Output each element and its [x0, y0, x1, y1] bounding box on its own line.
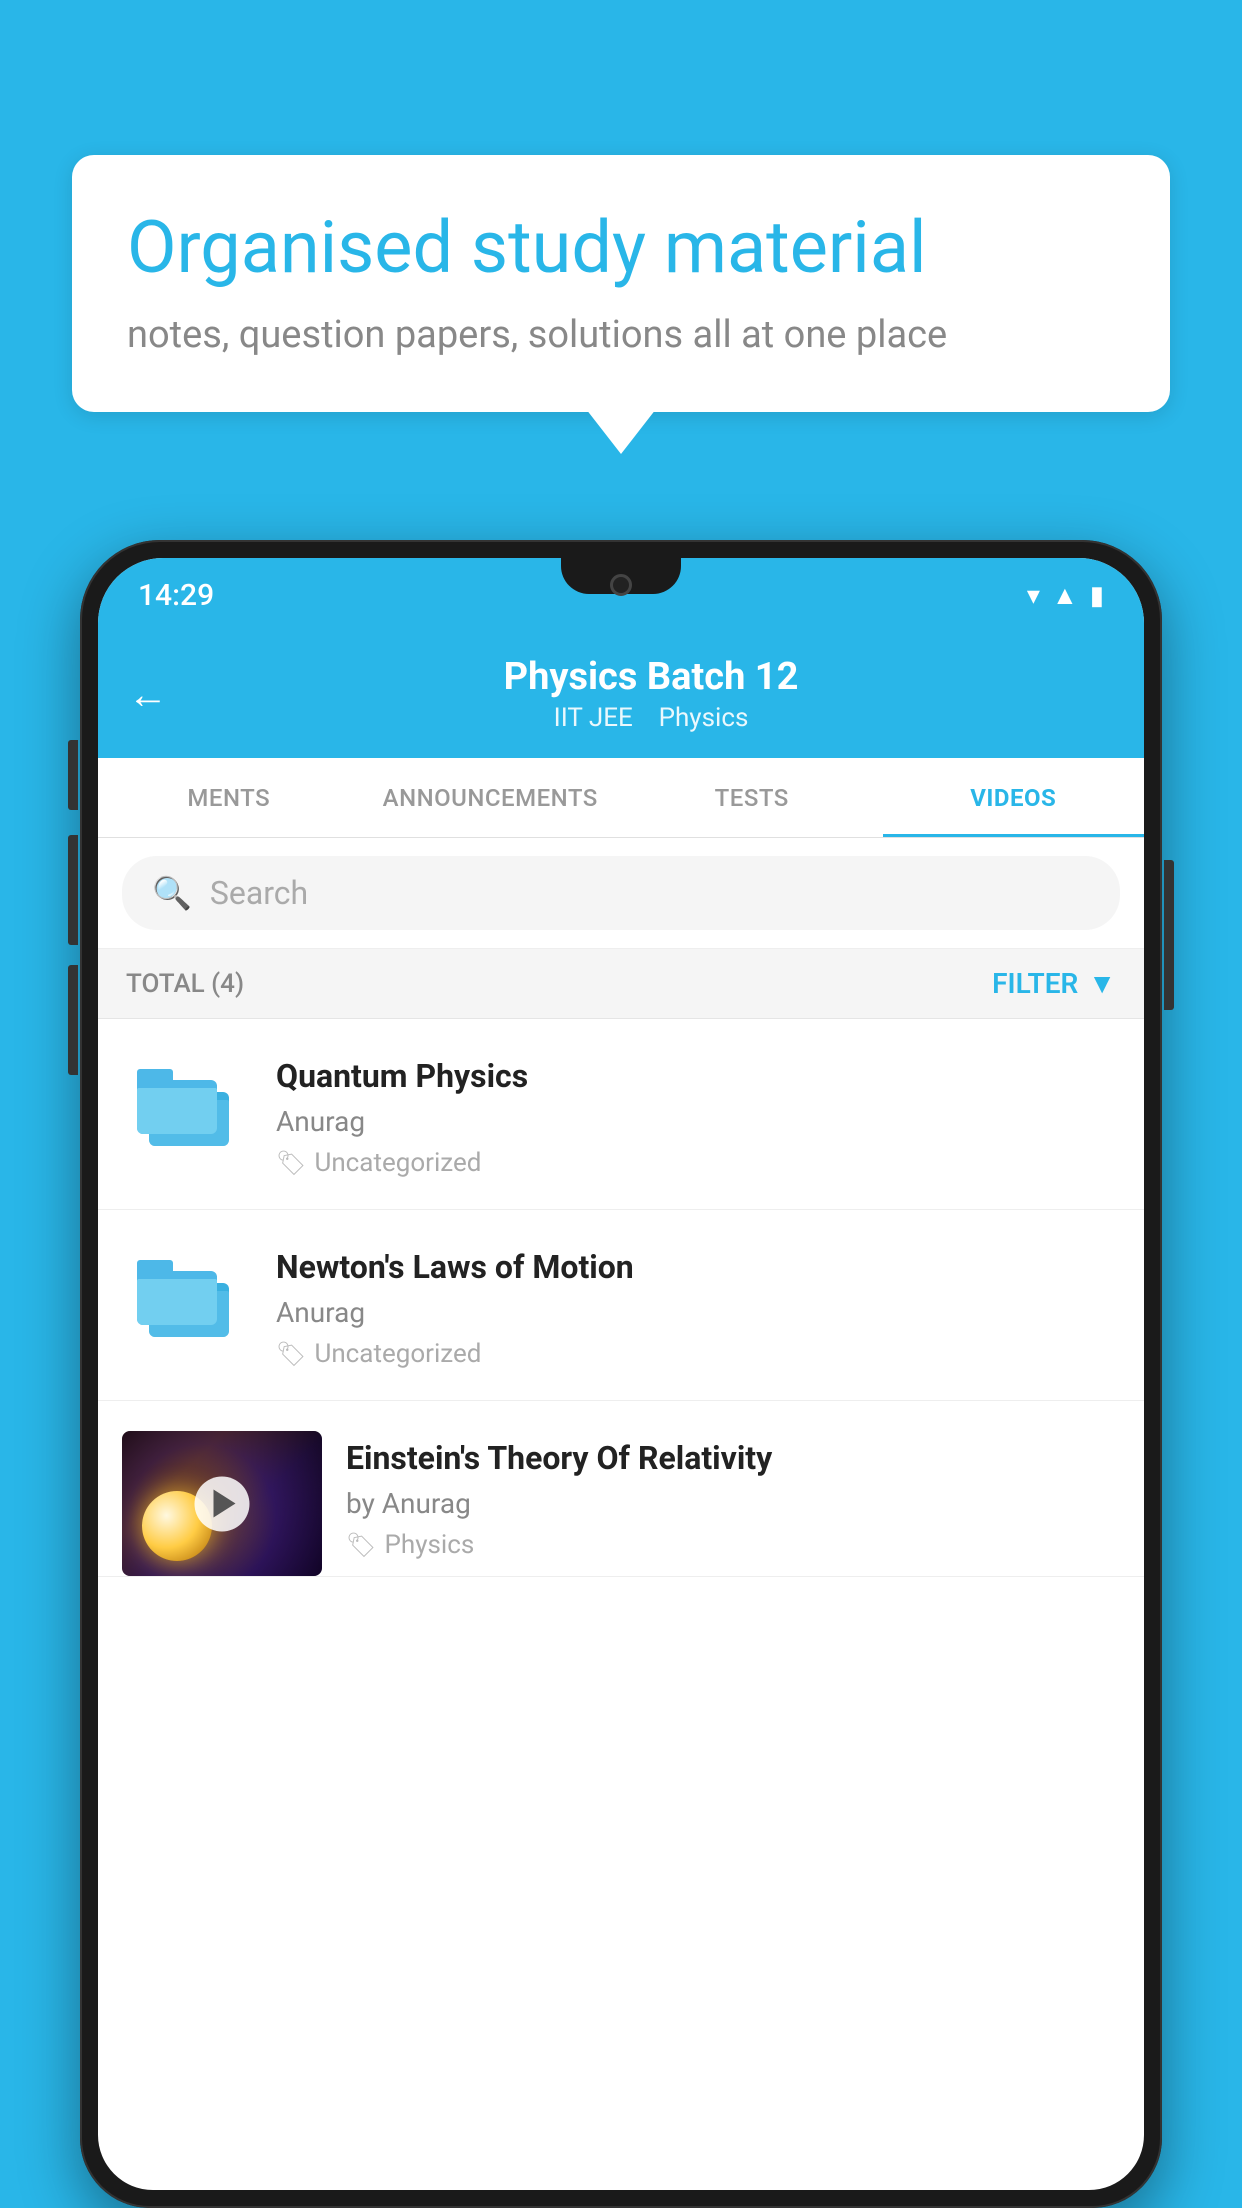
tag-label-3: Physics: [384, 1530, 474, 1560]
phone-container: 14:29 ▾ ▲ ▮ ← Physics Batch 12 IIT JEE P…: [80, 540, 1162, 2208]
status-time: 14:29: [138, 578, 214, 613]
video-info-3: Einstein's Theory Of Relativity by Anura…: [346, 1431, 1120, 1560]
video-tag-3: 🏷 Physics: [346, 1530, 1120, 1560]
battery-icon: ▮: [1090, 581, 1104, 611]
tab-tests[interactable]: TESTS: [621, 758, 883, 837]
video-thumb-folder-1: [122, 1049, 252, 1179]
header-title: Physics Batch 12: [188, 655, 1114, 699]
video-title-1: Quantum Physics: [276, 1057, 1120, 1095]
video-info-1: Quantum Physics Anurag 🏷 Uncategorized: [276, 1049, 1120, 1178]
subtitle-part1: IIT JEE: [554, 703, 633, 733]
speech-bubble: Organised study material notes, question…: [72, 155, 1170, 412]
tab-videos[interactable]: VIDEOS: [883, 758, 1145, 837]
video-item-3[interactable]: Einstein's Theory Of Relativity by Anura…: [98, 1401, 1144, 1577]
wifi-icon: ▾: [1027, 581, 1040, 611]
video-info-2: Newton's Laws of Motion Anurag 🏷 Uncateg…: [276, 1240, 1120, 1369]
search-bar[interactable]: 🔍 Search: [122, 856, 1120, 930]
video-author-2: Anurag: [276, 1296, 1120, 1329]
bubble-subtitle: notes, question papers, solutions all at…: [127, 313, 1115, 357]
search-icon: 🔍: [152, 874, 192, 912]
tag-icon-3: 🏷: [346, 1531, 376, 1559]
search-input[interactable]: Search: [210, 874, 308, 912]
video-item-1[interactable]: Quantum Physics Anurag 🏷 Uncategorized: [98, 1019, 1144, 1210]
video-list: Quantum Physics Anurag 🏷 Uncategorized: [98, 1019, 1144, 1577]
filter-bar: TOTAL (4) FILTER ▼: [98, 949, 1144, 1019]
video-thumb-folder-2: [122, 1240, 252, 1370]
video-author-1: Anurag: [276, 1105, 1120, 1138]
video-tag-1: 🏷 Uncategorized: [276, 1148, 1120, 1178]
subtitle-part2: Physics: [659, 703, 749, 733]
tab-announcements[interactable]: ANNOUNCEMENTS: [360, 758, 622, 837]
filter-button[interactable]: FILTER ▼: [992, 967, 1116, 1000]
phone-body: 14:29 ▾ ▲ ▮ ← Physics Batch 12 IIT JEE P…: [80, 540, 1162, 2208]
search-section: 🔍 Search: [98, 838, 1144, 949]
tag-label-2: Uncategorized: [314, 1339, 481, 1369]
phone-screen: 14:29 ▾ ▲ ▮ ← Physics Batch 12 IIT JEE P…: [98, 558, 1144, 2190]
header-subtitle: IIT JEE Physics: [188, 703, 1114, 733]
video-item-2[interactable]: Newton's Laws of Motion Anurag 🏷 Uncateg…: [98, 1210, 1144, 1401]
phone-notch: [561, 558, 681, 594]
video-title-3: Einstein's Theory Of Relativity: [346, 1439, 1120, 1477]
status-icons: ▾ ▲ ▮: [1027, 580, 1104, 611]
bubble-title: Organised study material: [127, 205, 1115, 291]
video-thumbnail-3: [122, 1431, 322, 1576]
play-button-3[interactable]: [195, 1476, 250, 1531]
video-author-3: by Anurag: [346, 1487, 1120, 1520]
volume-down-button: [68, 835, 78, 945]
phone-camera: [610, 574, 632, 596]
app-header: ← Physics Batch 12 IIT JEE Physics: [98, 633, 1144, 758]
filter-icon: ▼: [1088, 967, 1116, 1000]
volume-up-button: [68, 740, 78, 810]
tabs-bar: MENTS ANNOUNCEMENTS TESTS VIDEOS: [98, 758, 1144, 838]
tag-icon-2: 🏷: [276, 1340, 306, 1368]
video-tag-2: 🏷 Uncategorized: [276, 1339, 1120, 1369]
folder-icon-2: [137, 1260, 237, 1350]
back-button[interactable]: ←: [128, 671, 168, 718]
power-button: [1164, 860, 1174, 1010]
filter-label: FILTER: [992, 967, 1078, 1000]
tag-label-1: Uncategorized: [314, 1148, 481, 1178]
play-triangle-icon: [213, 1490, 235, 1518]
header-title-group: Physics Batch 12 IIT JEE Physics: [188, 655, 1114, 733]
folder-icon-1: [137, 1069, 237, 1159]
signal-icon: ▲: [1052, 580, 1078, 611]
tab-ments[interactable]: MENTS: [98, 758, 360, 837]
tag-icon-1: 🏷: [276, 1149, 306, 1177]
video-title-2: Newton's Laws of Motion: [276, 1248, 1120, 1286]
total-count: TOTAL (4): [126, 969, 244, 999]
silent-button: [68, 965, 78, 1075]
